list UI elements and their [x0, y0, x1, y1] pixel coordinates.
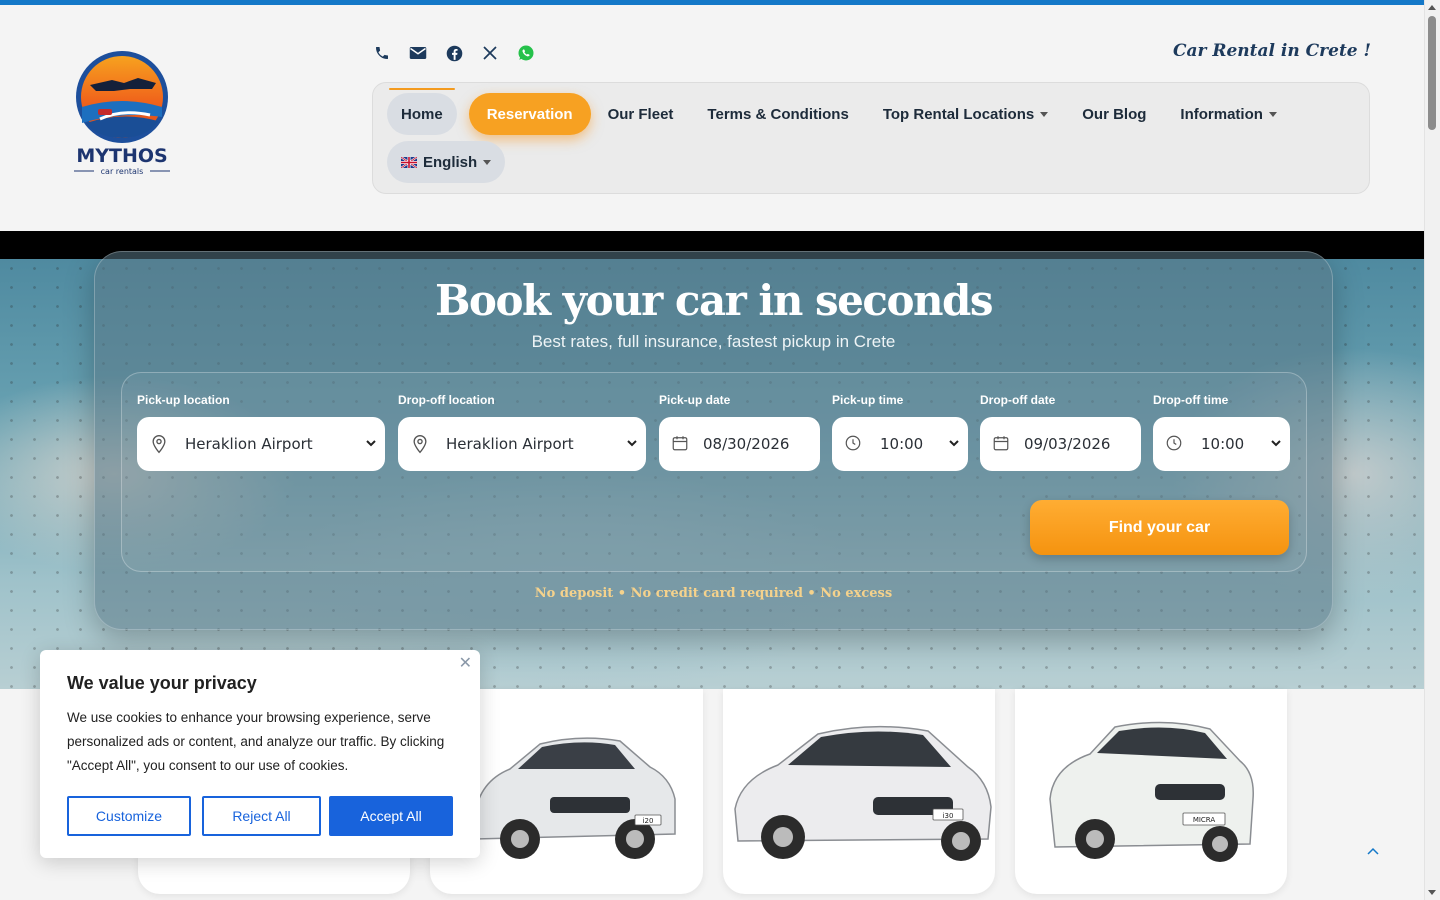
scroll-to-top-button[interactable] — [1364, 845, 1382, 863]
logo-wordmark: MYTHOS — [76, 145, 167, 167]
hero-subtitle: Best rates, full insurance, fastest pick… — [531, 332, 896, 351]
car-image-i30: i30 — [734, 725, 992, 861]
page-scrollbar[interactable] — [1424, 0, 1440, 900]
car-image-micra: MICRA — [1049, 721, 1254, 862]
site-header: MYTHOS car rentals Car Rental in Crete !… — [0, 5, 1425, 231]
caret-down-icon — [1268, 111, 1277, 117]
logo-subtitle: car rentals — [101, 167, 144, 176]
whatsapp-icon[interactable] — [516, 43, 536, 63]
nav-our-fleet[interactable]: Our Fleet — [591, 93, 691, 135]
nav-home[interactable]: Home — [387, 88, 457, 135]
pickup-time-select[interactable]: 10:00 — [832, 417, 968, 471]
uk-flag-icon — [401, 156, 417, 168]
chevron-down-icon — [627, 440, 637, 447]
caret-down-icon — [483, 159, 492, 165]
pickup-location-value: Heraklion Airport — [185, 435, 313, 453]
calendar-icon — [671, 434, 691, 454]
x-icon[interactable] — [480, 43, 500, 63]
pickup-date-input[interactable]: 08/30/2026 — [659, 417, 820, 471]
dropoff-date-value: 09/03/2026 — [1024, 435, 1111, 453]
pickup-location-select[interactable]: Heraklion Airport — [137, 417, 385, 471]
clock-icon — [844, 434, 864, 454]
header-tagline: Car Rental in Crete ! — [1172, 41, 1371, 61]
dropoff-time-value: 10:00 — [1201, 435, 1245, 453]
hero-title: Book your car in seconds — [434, 276, 994, 325]
dropoff-date-input[interactable]: 09/03/2026 — [980, 417, 1141, 471]
clock-icon — [1165, 434, 1185, 454]
pickup-date-label: Pick-up date — [659, 393, 731, 407]
caret-down-icon — [1040, 111, 1049, 117]
booking-form: Pick-up location Heraklion Airport Drop-… — [121, 372, 1307, 572]
phone-icon[interactable] — [372, 43, 392, 63]
cookie-title: We value your privacy — [67, 673, 257, 693]
dropoff-date-label: Drop-off date — [980, 393, 1056, 407]
location-pin-icon — [410, 434, 430, 454]
chevron-up-icon — [1367, 847, 1379, 855]
dropoff-location-value: Heraklion Airport — [446, 435, 574, 453]
scroll-up-arrow-icon[interactable] — [1428, 5, 1436, 10]
car-card[interactable]: i30 — [723, 689, 995, 894]
pickup-time-value: 10:00 — [880, 435, 924, 453]
mail-icon[interactable] — [408, 43, 428, 63]
booking-card: Book your car in seconds Best rates, ful… — [94, 251, 1333, 630]
language-selector[interactable]: English — [387, 141, 506, 183]
pickup-date-value: 08/30/2026 — [703, 435, 790, 453]
calendar-icon — [992, 434, 1012, 454]
language-label: English — [423, 153, 478, 171]
chevron-down-icon — [1271, 440, 1281, 447]
pickup-time-label: Pick-up time — [832, 393, 904, 407]
chevron-down-icon — [949, 440, 959, 447]
cookie-text: We use cookies to enhance your browsing … — [67, 710, 445, 773]
customize-button[interactable]: Customize — [67, 796, 191, 836]
nav-information-label: Information — [1180, 105, 1263, 123]
booking-benefits-note: No deposit • No credit card required • N… — [534, 586, 893, 601]
dropoff-location-label: Drop-off location — [398, 393, 495, 407]
scrollbar-thumb[interactable] — [1428, 16, 1436, 130]
nav-our-blog[interactable]: Our Blog — [1065, 93, 1163, 135]
dropoff-time-label: Drop-off time — [1153, 393, 1229, 407]
nav-information[interactable]: Information — [1163, 93, 1294, 135]
dropoff-time-select[interactable]: 10:00 — [1153, 417, 1290, 471]
find-your-car-button[interactable]: Find your car — [1030, 500, 1289, 555]
close-icon[interactable]: ✕ — [459, 653, 472, 673]
pickup-location-label: Pick-up location — [137, 393, 230, 407]
nav-reservation[interactable]: Reservation — [468, 93, 591, 135]
plate-i30: i30 — [943, 812, 954, 820]
nav-top-rental-locations-label: Top Rental Locations — [882, 105, 1035, 123]
chevron-down-icon — [366, 440, 376, 447]
social-links — [372, 43, 536, 63]
plate-micra: MICRA — [1193, 816, 1216, 824]
nav-terms-conditions[interactable]: Terms & Conditions — [690, 93, 865, 135]
scroll-down-arrow-icon[interactable] — [1428, 890, 1436, 895]
cookie-consent-banner: ✕ We value your privacy We use cookies t… — [40, 650, 480, 858]
main-navigation: Home Reservation Our Fleet Terms & Condi… — [372, 82, 1370, 194]
mythos-logo[interactable]: MYTHOS car rentals — [60, 45, 185, 180]
dropoff-location-select[interactable]: Heraklion Airport — [398, 417, 646, 471]
facebook-icon[interactable] — [444, 43, 464, 63]
location-pin-icon — [149, 434, 169, 454]
reject-all-button[interactable]: Reject All — [202, 796, 321, 836]
nav-top-rental-locations[interactable]: Top Rental Locations — [866, 93, 1065, 135]
car-card[interactable]: MICRA — [1015, 689, 1287, 894]
accept-all-button[interactable]: Accept All — [329, 796, 453, 836]
hero-section: Book your car in seconds Best rates, ful… — [0, 231, 1425, 689]
plate-i20: i20 — [643, 817, 654, 825]
